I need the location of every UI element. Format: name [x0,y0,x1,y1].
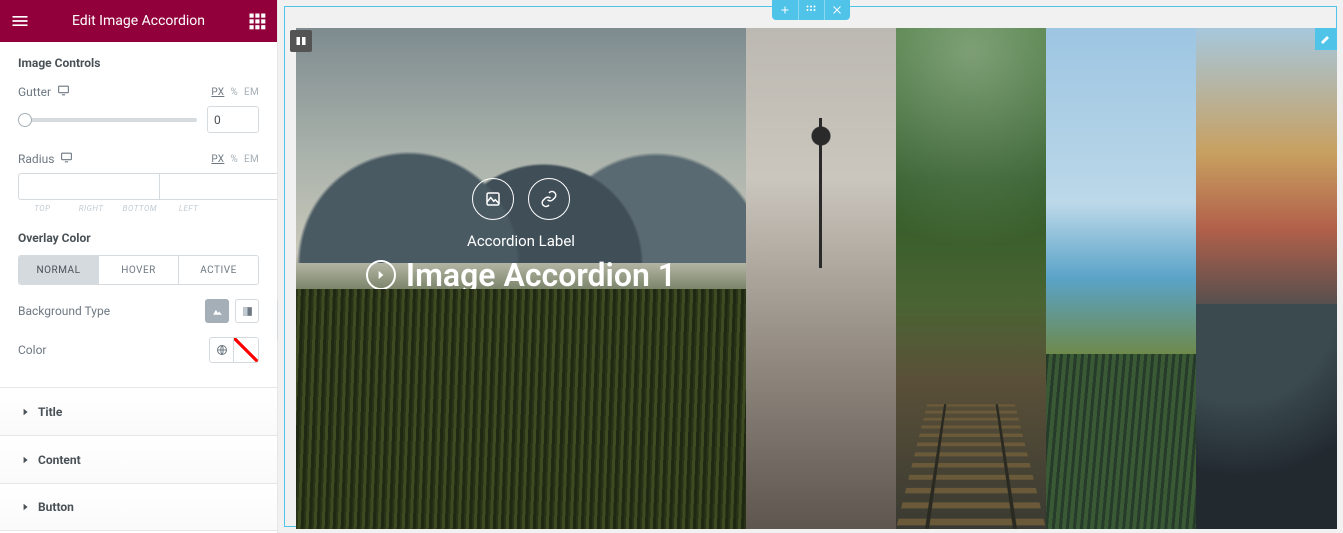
panel-body: Image Controls Gutter PX % EM [0,42,277,533]
section-title-label: Title [38,405,62,419]
menu-icon[interactable] [10,11,30,31]
caret-right-icon [22,453,30,467]
control-gutter: Gutter PX % EM [18,84,259,133]
accordion-panel-4[interactable] [1046,28,1196,529]
responsive-device-icon[interactable] [57,84,70,100]
radius-dimension-inputs [18,173,259,200]
panel-title: Edit Image Accordion [30,13,247,29]
gutter-slider[interactable] [18,118,197,122]
editor-canvas: Accordion Label Image Accordion 1 Image … [278,0,1343,533]
section-button-toggle[interactable]: Button [0,483,277,531]
unit-px[interactable]: PX [211,154,224,165]
edit-widget-icon[interactable] [1315,28,1337,50]
section-toolbar [772,0,850,20]
gutter-value-input[interactable] [207,106,259,133]
accordion-panel-1[interactable]: Accordion Label Image Accordion 1 Image … [296,28,746,529]
color-label: Color [18,343,46,357]
radius-side-labels: TOP RIGHT BOTTOM LEFT [18,204,259,213]
radius-unit-switch[interactable]: PX % EM [211,154,259,165]
accordion-panel-2[interactable] [746,28,896,529]
bg-classic-button[interactable] [205,299,229,323]
unit-percent[interactable]: % [230,154,238,165]
gutter-label: Gutter [18,85,51,99]
panel-header: Edit Image Accordion [0,0,277,42]
color-swatch[interactable] [234,338,258,362]
accordion-label: Accordion Label [467,232,575,250]
caret-right-icon [22,500,30,514]
radius-top-input[interactable] [18,173,159,200]
section-title-toggle[interactable]: Title [0,387,277,435]
background-type-label: Background Type [18,304,110,318]
editor-panel: Edit Image Accordion Image Controls Gutt… [0,0,278,533]
tab-hover[interactable]: HOVER [99,256,179,284]
section-content-label: Content [38,453,81,467]
overlay-state-tabs: NORMAL HOVER ACTIVE [18,255,259,285]
add-section-button[interactable] [772,0,798,20]
overlay-color-heading: Overlay Color [18,231,259,245]
read-more-button[interactable]: Read More [465,341,577,379]
accordion-panel-overlay: Accordion Label Image Accordion 1 Image … [296,28,746,529]
bg-gradient-button[interactable] [235,299,259,323]
section-image-controls-title: Image Controls [18,56,259,70]
color-picker [209,337,259,363]
gutter-unit-switch[interactable]: PX % EM [211,87,259,98]
unit-em[interactable]: EM [244,154,259,165]
radius-right-input[interactable] [159,173,277,200]
tab-active[interactable]: ACTIVE [179,256,258,284]
link-overlay-icon[interactable] [528,178,570,220]
tab-normal[interactable]: NORMAL [19,256,99,284]
slider-thumb[interactable] [18,113,32,127]
accordion-panel-5[interactable] [1196,28,1337,529]
unit-px[interactable]: PX [211,87,224,98]
section-content-toggle[interactable]: Content [0,435,277,483]
background-type-switch [205,299,259,323]
accordion-title-row: Image Accordion 1 [366,256,676,294]
side-label-left: LEFT [164,204,213,213]
widgets-grid-icon[interactable] [247,11,267,31]
image-overlay-icon[interactable] [472,178,514,220]
edit-section-button[interactable] [798,0,824,20]
unit-percent[interactable]: % [230,87,238,98]
unit-em[interactable]: EM [244,87,259,98]
accordion-panel-3[interactable] [896,28,1046,529]
arrow-right-circle-icon [366,260,396,290]
column-handle-icon[interactable] [290,30,312,52]
radius-label: Radius [18,152,54,166]
side-label-right: RIGHT [67,204,116,213]
accordion-title: Image Accordion 1 [406,256,676,294]
image-accordion-widget[interactable]: Accordion Label Image Accordion 1 Image … [296,28,1337,529]
caret-right-icon [22,405,30,419]
side-label-bottom: BOTTOM [116,204,165,213]
global-color-icon[interactable] [210,338,234,362]
control-radius: Radius PX % EM [18,151,259,213]
accordion-content: Image accordion content. [432,302,611,321]
remove-section-button[interactable] [824,0,850,20]
side-label-top: TOP [18,204,67,213]
responsive-device-icon[interactable] [60,151,73,167]
section-button-label: Button [38,500,74,514]
